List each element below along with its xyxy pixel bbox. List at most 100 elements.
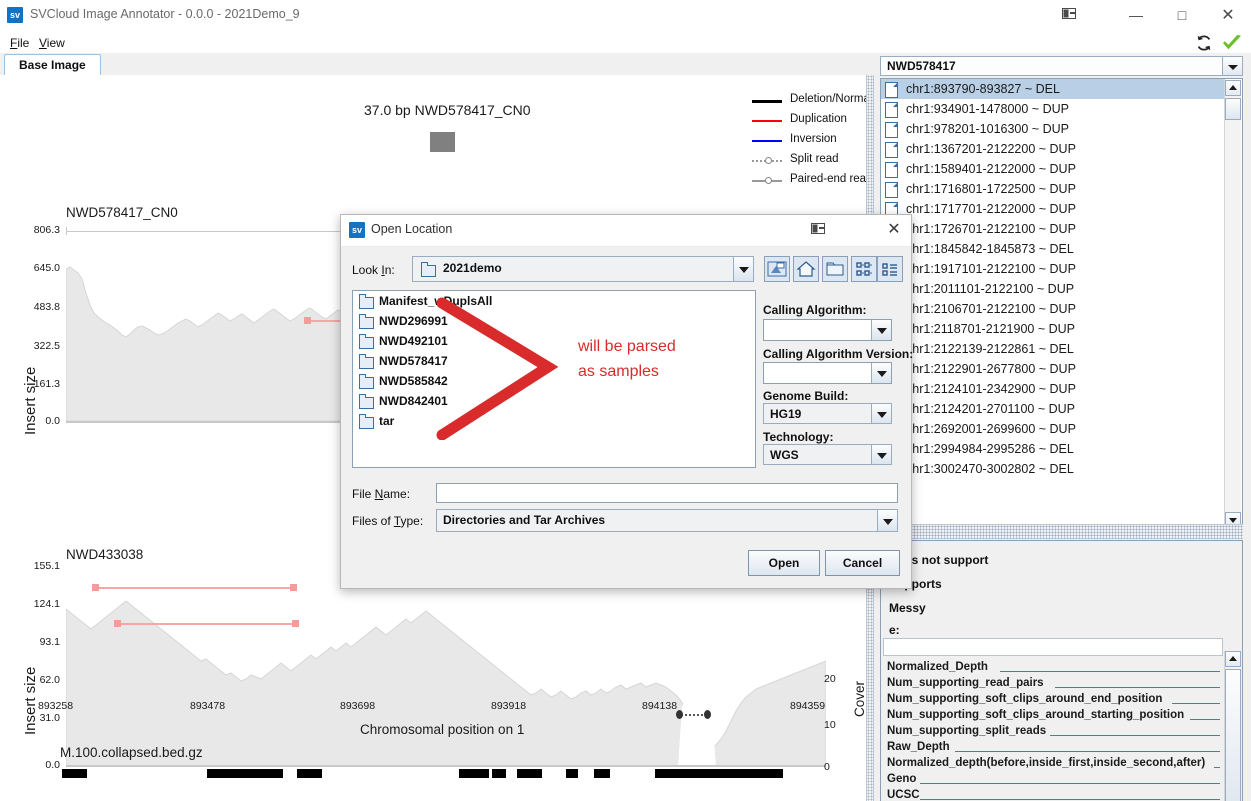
list-item[interactable]: chr1:2124101-2342900 ~ DUP (881, 379, 1225, 399)
annotation-row[interactable]: Geno (881, 771, 1224, 787)
list-item[interactable]: chr1:1845842-1845873 ~ DEL (881, 239, 1225, 259)
annotation-row[interactable]: Num_supporting_soft_clips_around_end_pos… (881, 691, 1224, 707)
minimize-button[interactable]: — (1113, 0, 1159, 31)
radio-messy[interactable]: Messy (889, 601, 926, 615)
scroll-up-button[interactable] (1225, 651, 1241, 667)
menu-item-view[interactable]: View (35, 34, 69, 52)
list-item-label: chr1:934901-1478000 ~ DUP (906, 102, 1069, 116)
file-list[interactable]: Manifest_wDuplsAll NWD296991 NWD492101 N… (352, 290, 756, 468)
file-icon (885, 182, 898, 198)
file-list-item[interactable]: NWD585842 (353, 371, 755, 391)
filetype-value: Directories and Tar Archives (443, 513, 606, 527)
list-item[interactable]: chr1:3002470-3002802 ~ DEL (881, 459, 1225, 479)
list-item[interactable]: chr1:2011101-2122100 ~ DUP (881, 279, 1225, 299)
annotation-row[interactable]: Num_supporting_soft_clips_around_startin… (881, 707, 1224, 723)
calling-algorithm-version-combobox[interactable] (763, 362, 892, 384)
scroll-up-button[interactable] (1225, 80, 1241, 96)
chevron-down-icon[interactable] (1222, 57, 1242, 75)
app-window: sv SVCloud Image Annotator - 0.0.0 - 202… (0, 0, 1251, 801)
list-item[interactable]: chr1:2124201-2701100 ~ DUP (881, 399, 1225, 419)
chart-2-area-series (66, 600, 826, 767)
restore-down-glyph (811, 223, 825, 234)
list-item[interactable]: chr1:1717701-2122000 ~ DUP (881, 199, 1225, 219)
scrollbar-thumb[interactable] (1225, 669, 1241, 801)
annotation-row[interactable]: UCSC (881, 787, 1224, 801)
chart-1-ytick-0: 806.3 (33, 224, 60, 236)
scrollbar-thumb[interactable] (1225, 98, 1241, 120)
filename-input[interactable] (436, 483, 898, 503)
annotation-row[interactable]: Num_supporting_read_pairs (881, 675, 1224, 691)
list-item[interactable]: chr1:934901-1478000 ~ DUP (881, 99, 1225, 119)
chevron-down-icon[interactable] (871, 320, 891, 340)
annotation-value-line (1214, 767, 1220, 768)
technology-value: WGS (770, 448, 799, 462)
open-button[interactable]: Open (748, 550, 820, 576)
dialog-close-button[interactable]: ✕ (881, 218, 907, 242)
annotation-value-line (955, 751, 1220, 752)
list-item-label: chr1:2994984-2995286 ~ DEL (906, 442, 1074, 456)
annotation-scrollbar[interactable] (1224, 651, 1241, 801)
folder-icon (359, 374, 374, 389)
variant-list-hscroll[interactable] (880, 524, 1243, 539)
variant-list-scrollbar[interactable] (1224, 80, 1241, 528)
chevron-down-icon[interactable] (877, 510, 897, 531)
annotation-label: Num_supporting_read_pairs (887, 677, 1044, 689)
list-item[interactable]: chr1:2122901-2677800 ~ DUP (881, 359, 1225, 379)
annotation-row[interactable]: Normalized_depth(before,inside_first,ins… (881, 755, 1224, 771)
maximize-button[interactable]: □ (1159, 0, 1205, 31)
list-item[interactable]: chr1:1917101-2122100 ~ DUP (881, 259, 1225, 279)
variant-list[interactable]: chr1:893790-893827 ~ DEL chr1:934901-147… (880, 78, 1243, 530)
annotation-label: Num_supporting_soft_clips_around_startin… (887, 709, 1185, 721)
chart-1-ytick-2: 483.8 (33, 301, 60, 313)
annotation-label: Raw_Depth (887, 741, 950, 753)
close-button[interactable]: ✕ (1205, 0, 1251, 31)
annotation-row[interactable]: Raw_Depth (881, 739, 1224, 755)
list-item[interactable]: chr1:1589401-2122000 ~ DUP (881, 159, 1225, 179)
restore-down-icon[interactable] (1050, 0, 1090, 31)
file-list-item[interactable]: NWD296991 (353, 311, 755, 331)
list-item[interactable]: chr1:2106701-2122100 ~ DUP (881, 299, 1225, 319)
file-list-item[interactable]: NWD578417 (353, 351, 755, 371)
list-item[interactable]: chr1:1367201-2122200 ~ DUP (881, 139, 1225, 159)
file-list-item[interactable]: tar (353, 411, 755, 431)
filetype-combobox[interactable]: Directories and Tar Archives (436, 509, 898, 532)
chevron-down-icon[interactable] (871, 363, 891, 383)
list-item[interactable]: chr1:1716801-1722500 ~ DUP (881, 179, 1225, 199)
annotation-label: Normalized_depth(before,inside_first,ins… (887, 757, 1206, 769)
chevron-down-icon[interactable] (871, 404, 891, 423)
list-item[interactable]: chr1:1726701-2122100 ~ DUP (881, 219, 1225, 239)
file-list-item[interactable]: Manifest_wDuplsAll (353, 291, 755, 311)
restore-down-icon[interactable] (811, 222, 827, 240)
note-input[interactable] (883, 638, 1223, 656)
calling-algorithm-combobox[interactable] (763, 319, 892, 341)
chart-2-bottom-axis (66, 765, 826, 767)
xtick-1: 893478 (190, 700, 226, 712)
sample-combobox[interactable]: NWD578417 (880, 56, 1243, 76)
coverage-axis-label: Cover (852, 680, 866, 717)
annotation-row[interactable]: Normalized_Depth (881, 659, 1224, 675)
cancel-button[interactable]: Cancel (825, 550, 900, 576)
chart-1-ytick-4: 161.3 (33, 378, 60, 390)
list-item[interactable]: chr1:2122139-2122861 ~ DEL (881, 339, 1225, 359)
list-item[interactable]: chr1:978201-1016300 ~ DUP (881, 119, 1225, 139)
file-list-item[interactable]: NWD492101 (353, 331, 755, 351)
chart-2-ytick-2: 93.1 (39, 636, 60, 648)
annotation-row[interactable]: Num_supporting_split_reads (881, 723, 1224, 739)
chevron-down-icon[interactable] (871, 445, 891, 464)
list-item[interactable]: chr1:2692001-2699600 ~ DUP (881, 419, 1225, 439)
paired-end-read-endpoint (290, 584, 297, 591)
file-list-item[interactable]: NWD842401 (353, 391, 755, 411)
right-panel: NWD578417 chr1:893790-893827 ~ DEL chr1:… (874, 53, 1251, 801)
menu-item-file[interactable]: File (6, 34, 33, 52)
bed-block (62, 769, 87, 778)
genome-build-combobox[interactable]: HG19 (763, 403, 892, 424)
list-item[interactable]: chr1:893790-893827 ~ DEL (881, 79, 1225, 99)
annotation-value-line (1050, 735, 1220, 736)
technology-combobox[interactable]: WGS (763, 444, 892, 465)
list-item[interactable]: chr1:2118701-2121900 ~ DUP (881, 319, 1225, 339)
file-icon (885, 162, 898, 178)
list-item-label: chr1:1716801-1722500 ~ DUP (906, 182, 1076, 196)
list-item[interactable]: chr1:2994984-2995286 ~ DEL (881, 439, 1225, 459)
file-list-item-label: Manifest_wDuplsAll (379, 294, 493, 308)
tab-base-image[interactable]: Base Image (4, 54, 101, 76)
